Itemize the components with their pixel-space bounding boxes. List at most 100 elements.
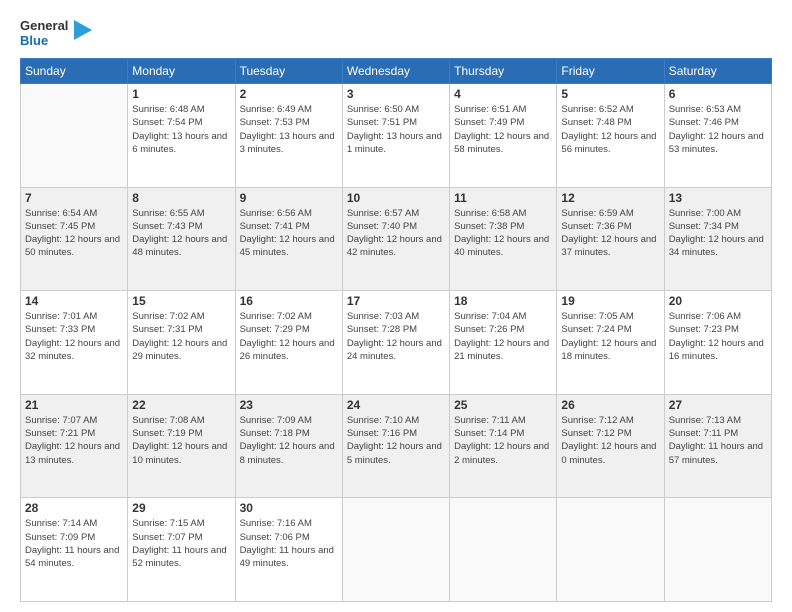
day-number: 5	[561, 87, 659, 101]
day-number: 25	[454, 398, 552, 412]
calendar-table: SundayMondayTuesdayWednesdayThursdayFrid…	[20, 58, 772, 602]
calendar-cell: 20Sunrise: 7:06 AMSunset: 7:23 PMDayligh…	[664, 291, 771, 395]
day-number: 6	[669, 87, 767, 101]
day-info: Sunrise: 6:59 AMSunset: 7:36 PMDaylight:…	[561, 207, 659, 260]
calendar-cell: 28 Sunrise: 7:14 AMSunset: 7:09 PMDayligh…	[21, 498, 128, 602]
day-number: 27	[669, 398, 767, 412]
calendar-cell: 18Sunrise: 7:04 AMSunset: 7:26 PMDayligh…	[450, 291, 557, 395]
calendar-cell: 23 Sunrise: 7:09 AMSunset: 7:18 PMDayligh…	[235, 394, 342, 498]
calendar-cell: 21Sunrise: 7:07 AMSunset: 7:21 PMDayligh…	[21, 394, 128, 498]
day-info: Sunrise: 6:54 AMSunset: 7:45 PMDaylight:…	[25, 207, 123, 260]
day-number: 17	[347, 294, 445, 308]
page: General Blue SundayMondayTuesdayWednesda…	[0, 0, 792, 612]
day-number: 4	[454, 87, 552, 101]
day-info: Sunrise: 6:48 AMSunset: 7:54 PMDaylight:…	[132, 103, 230, 156]
calendar-week-3: 14Sunrise: 7:01 AMSunset: 7:33 PMDayligh…	[21, 291, 772, 395]
day-info: Sunrise: 6:52 AMSunset: 7:48 PMDaylight:…	[561, 103, 659, 156]
day-info: Sunrise: 6:51 AMSunset: 7:49 PMDaylight:…	[454, 103, 552, 156]
day-number: 29	[132, 501, 230, 515]
calendar-cell: 12 Sunrise: 6:59 AMSunset: 7:36 PMDayligh…	[557, 187, 664, 291]
day-info: Sunrise: 6:55 AMSunset: 7:43 PMDaylight:…	[132, 207, 230, 260]
day-info: Sunrise: 6:57 AMSunset: 7:40 PMDaylight:…	[347, 207, 445, 260]
calendar-cell: 26Sunrise: 7:12 AMSunset: 7:12 PMDayligh…	[557, 394, 664, 498]
day-number: 24	[347, 398, 445, 412]
weekday-header-wednesday: Wednesday	[342, 59, 449, 84]
calendar-cell: 1 Sunrise: 6:48 AMSunset: 7:54 PMDaylight…	[128, 84, 235, 188]
day-number: 23	[240, 398, 338, 412]
calendar-cell: 22 Sunrise: 7:08 AMSunset: 7:19 PMDayligh…	[128, 394, 235, 498]
calendar-cell: 3 Sunrise: 6:50 AMSunset: 7:51 PMDaylight…	[342, 84, 449, 188]
calendar-week-5: 28 Sunrise: 7:14 AMSunset: 7:09 PMDayligh…	[21, 498, 772, 602]
calendar-cell: 29 Sunrise: 7:15 AMSunset: 7:07 PMDayligh…	[128, 498, 235, 602]
day-number: 28	[25, 501, 123, 515]
calendar-cell: 8 Sunrise: 6:55 AMSunset: 7:43 PMDaylight…	[128, 187, 235, 291]
day-number: 15	[132, 294, 230, 308]
day-info: Sunrise: 6:53 AMSunset: 7:46 PMDaylight:…	[669, 103, 767, 156]
weekday-header-saturday: Saturday	[664, 59, 771, 84]
logo: General Blue	[20, 16, 92, 48]
day-info: Sunrise: 7:10 AMSunset: 7:16 PMDaylight:…	[347, 414, 445, 467]
weekday-header-thursday: Thursday	[450, 59, 557, 84]
day-info: Sunrise: 7:13 AMSunset: 7:11 PMDaylight:…	[669, 414, 767, 467]
logo-general: General	[20, 18, 68, 33]
day-info: Sunrise: 6:50 AMSunset: 7:51 PMDaylight:…	[347, 103, 445, 156]
header: General Blue	[20, 16, 772, 48]
day-info: Sunrise: 7:01 AMSunset: 7:33 PMDaylight:…	[25, 310, 123, 363]
day-info: Sunrise: 7:16 AMSunset: 7:06 PMDaylight:…	[240, 517, 338, 570]
day-info: Sunrise: 7:11 AMSunset: 7:14 PMDaylight:…	[454, 414, 552, 467]
calendar-cell	[557, 498, 664, 602]
day-info: Sunrise: 7:12 AMSunset: 7:12 PMDaylight:…	[561, 414, 659, 467]
weekday-header-sunday: Sunday	[21, 59, 128, 84]
day-number: 30	[240, 501, 338, 515]
day-number: 8	[132, 191, 230, 205]
day-number: 21	[25, 398, 123, 412]
calendar-cell: 9 Sunrise: 6:56 AMSunset: 7:41 PMDaylight…	[235, 187, 342, 291]
day-info: Sunrise: 7:03 AMSunset: 7:28 PMDaylight:…	[347, 310, 445, 363]
weekday-header-friday: Friday	[557, 59, 664, 84]
calendar-week-4: 21Sunrise: 7:07 AMSunset: 7:21 PMDayligh…	[21, 394, 772, 498]
calendar-cell: 24 Sunrise: 7:10 AMSunset: 7:16 PMDayligh…	[342, 394, 449, 498]
day-info: Sunrise: 7:08 AMSunset: 7:19 PMDaylight:…	[132, 414, 230, 467]
calendar-cell: 14Sunrise: 7:01 AMSunset: 7:33 PMDayligh…	[21, 291, 128, 395]
day-number: 19	[561, 294, 659, 308]
day-number: 2	[240, 87, 338, 101]
weekday-header-monday: Monday	[128, 59, 235, 84]
day-info: Sunrise: 7:02 AMSunset: 7:29 PMDaylight:…	[240, 310, 338, 363]
day-info: Sunrise: 6:49 AMSunset: 7:53 PMDaylight:…	[240, 103, 338, 156]
day-number: 9	[240, 191, 338, 205]
day-number: 3	[347, 87, 445, 101]
calendar-cell: 2 Sunrise: 6:49 AMSunset: 7:53 PMDaylight…	[235, 84, 342, 188]
day-number: 18	[454, 294, 552, 308]
weekday-header-row: SundayMondayTuesdayWednesdayThursdayFrid…	[21, 59, 772, 84]
day-info: Sunrise: 7:05 AMSunset: 7:24 PMDaylight:…	[561, 310, 659, 363]
day-info: Sunrise: 7:02 AMSunset: 7:31 PMDaylight:…	[132, 310, 230, 363]
logo-arrow-icon	[74, 16, 92, 44]
calendar-cell	[664, 498, 771, 602]
day-number: 12	[561, 191, 659, 205]
day-info: Sunrise: 6:56 AMSunset: 7:41 PMDaylight:…	[240, 207, 338, 260]
day-number: 13	[669, 191, 767, 205]
logo-blue: Blue	[20, 33, 48, 48]
calendar-cell: 19 Sunrise: 7:05 AMSunset: 7:24 PMDayligh…	[557, 291, 664, 395]
day-info: Sunrise: 6:58 AMSunset: 7:38 PMDaylight:…	[454, 207, 552, 260]
calendar-cell: 15 Sunrise: 7:02 AMSunset: 7:31 PMDayligh…	[128, 291, 235, 395]
day-number: 1	[132, 87, 230, 101]
calendar-cell: 16Sunrise: 7:02 AMSunset: 7:29 PMDayligh…	[235, 291, 342, 395]
calendar-week-1: 1 Sunrise: 6:48 AMSunset: 7:54 PMDaylight…	[21, 84, 772, 188]
calendar-cell: 27 Sunrise: 7:13 AMSunset: 7:11 PMDayligh…	[664, 394, 771, 498]
calendar-cell: 25 Sunrise: 7:11 AMSunset: 7:14 PMDayligh…	[450, 394, 557, 498]
calendar-cell: 7 Sunrise: 6:54 AMSunset: 7:45 PMDaylight…	[21, 187, 128, 291]
calendar-cell: 13 Sunrise: 7:00 AMSunset: 7:34 PMDayligh…	[664, 187, 771, 291]
day-number: 7	[25, 191, 123, 205]
day-number: 11	[454, 191, 552, 205]
day-info: Sunrise: 7:14 AMSunset: 7:09 PMDaylight:…	[25, 517, 123, 570]
calendar-cell: 11 Sunrise: 6:58 AMSunset: 7:38 PMDayligh…	[450, 187, 557, 291]
day-number: 22	[132, 398, 230, 412]
calendar-cell: 10Sunrise: 6:57 AMSunset: 7:40 PMDayligh…	[342, 187, 449, 291]
calendar-cell: 5 Sunrise: 6:52 AMSunset: 7:48 PMDaylight…	[557, 84, 664, 188]
day-info: Sunrise: 7:00 AMSunset: 7:34 PMDaylight:…	[669, 207, 767, 260]
day-info: Sunrise: 7:09 AMSunset: 7:18 PMDaylight:…	[240, 414, 338, 467]
day-info: Sunrise: 7:06 AMSunset: 7:23 PMDaylight:…	[669, 310, 767, 363]
day-info: Sunrise: 7:15 AMSunset: 7:07 PMDaylight:…	[132, 517, 230, 570]
calendar-cell	[450, 498, 557, 602]
